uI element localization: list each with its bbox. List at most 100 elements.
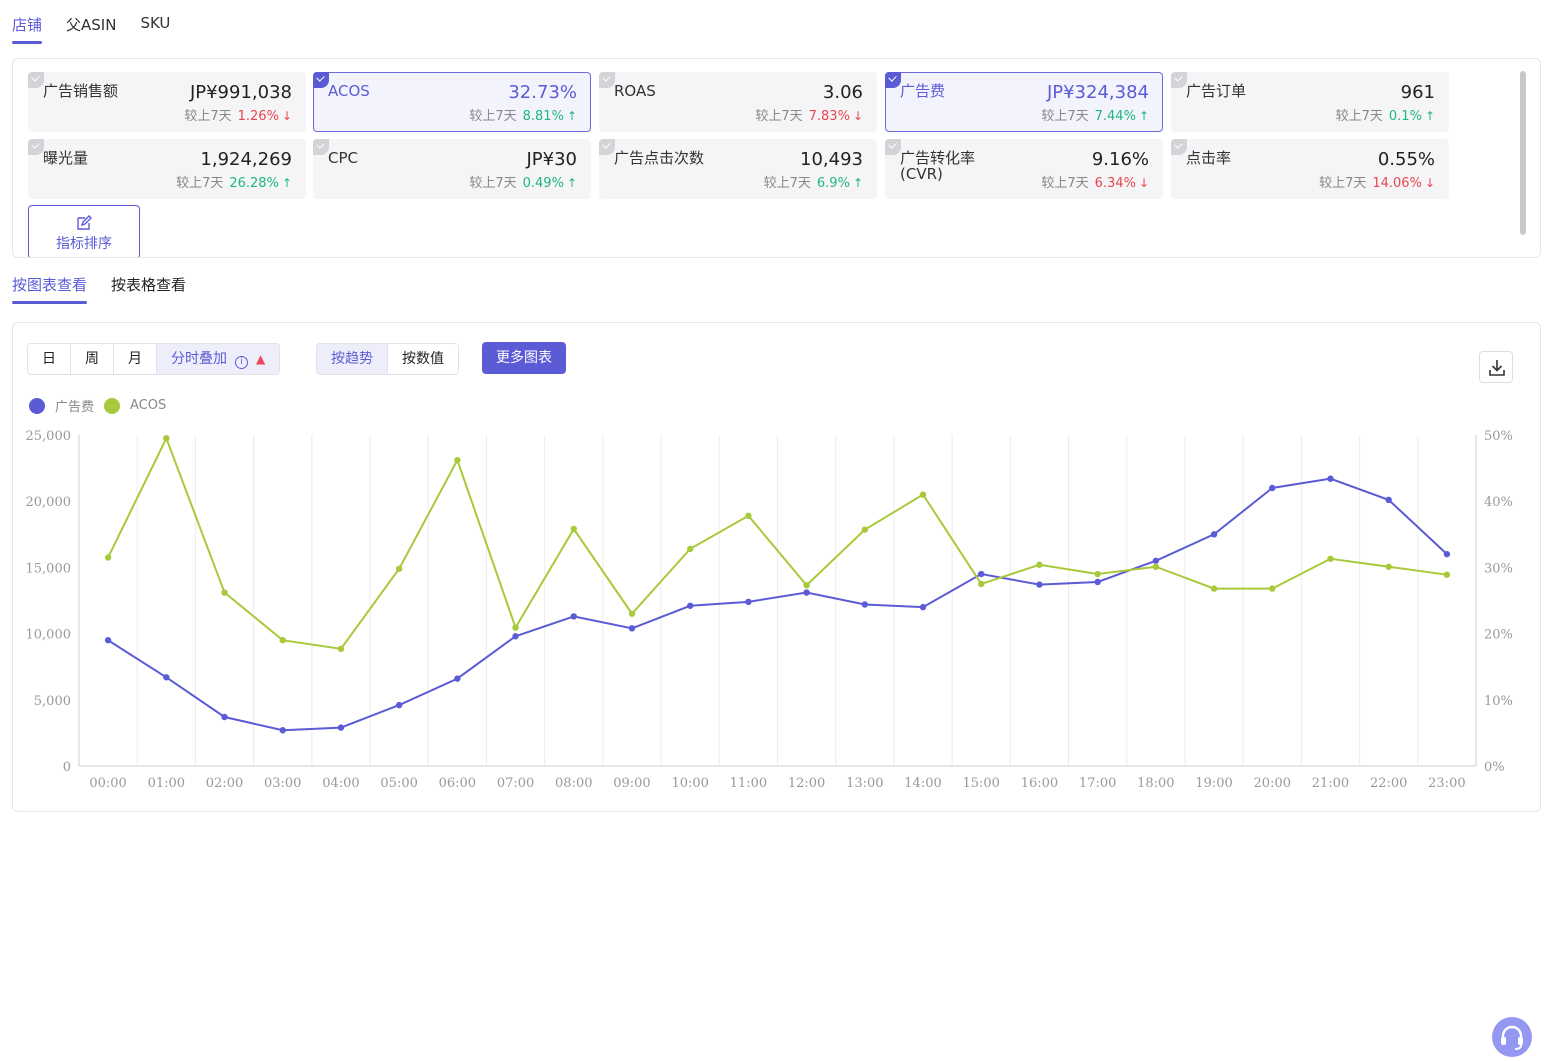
tab-parent-asin[interactable]: 父ASIN: [66, 0, 116, 44]
y-tick-label-right: 0%: [1484, 760, 1505, 775]
x-tick-label: 12:00: [788, 776, 825, 791]
metrics-scrollbar[interactable]: [1520, 71, 1526, 235]
metrics-panel: 广告销售额 JP¥991,038 较上7天 1.26% ↓ ACOS 32.73% 较上7天 8…: [12, 58, 1541, 258]
checkbox-icon[interactable]: [885, 139, 901, 155]
metric-card[interactable]: 广告点击次数 10,493 较上7天 6.9% ↑: [599, 139, 877, 199]
checkbox-icon[interactable]: [1171, 139, 1187, 155]
y-tick-label-left: 15,000: [26, 561, 72, 576]
y-tick-label-right: 10%: [1484, 694, 1513, 709]
comparison-label: 较上7天: [1319, 176, 1367, 191]
x-tick-label: 01:00: [148, 776, 185, 791]
x-tick-label: 22:00: [1370, 776, 1407, 791]
metric-card[interactable]: 点击率 0.55% 较上7天 14.06% ↓: [1171, 139, 1449, 199]
data-point-spend: [686, 602, 694, 609]
comparison-percent: 6.34%: [1094, 176, 1136, 191]
metric-value: JP¥324,384: [1046, 82, 1149, 103]
metric-comparison: 较上7天 1.26% ↓: [184, 105, 292, 124]
x-tick-label: 04:00: [322, 776, 359, 791]
metric-value: 10,493: [800, 149, 863, 170]
line-chart: 25,000 20,000 15,000 10,000 5,000 0 50% 40% 30% 2…: [26, 429, 1513, 791]
metric-card[interactable]: CPC JP¥30 较上7天 0.49% ↑: [313, 139, 591, 199]
tab-chart-view[interactable]: 按图表查看: [12, 262, 88, 304]
checkbox-icon[interactable]: [28, 139, 44, 155]
data-point-spend: [1269, 484, 1276, 492]
data-point-acos: [454, 456, 461, 464]
data-point-spend: [1443, 550, 1451, 558]
sort-metrics-button[interactable]: 指标排序: [28, 205, 140, 257]
metric-label: 广告转化率 (CVR): [900, 149, 976, 183]
comparison-percent: 7.44%: [1094, 109, 1136, 124]
comparison-percent: 7.83%: [808, 109, 850, 124]
arrow-up-icon: ↑: [566, 109, 577, 123]
metric-card[interactable]: ACOS 32.73% 较上7天 8.81% ↑: [313, 72, 591, 132]
customer-support-button[interactable]: [1492, 1017, 1532, 1057]
data-point-acos: [745, 512, 752, 519]
data-point-spend: [163, 674, 170, 681]
checkbox-icon[interactable]: [885, 72, 901, 88]
metric-comparison: 较上7天 6.34% ↓: [1041, 172, 1149, 191]
x-tick-label: 00:00: [89, 776, 126, 791]
data-point-spend: [861, 601, 869, 608]
metric-card[interactable]: 广告转化率 (CVR) 9.16% 较上7天 6.34% ↓: [885, 139, 1163, 199]
y-tick-label-left: 20,000: [26, 495, 72, 510]
x-tick-label: 11:00: [730, 776, 767, 791]
data-point-acos: [512, 624, 519, 631]
metric-value: 961: [1400, 82, 1435, 103]
chart-panel: 日 周 月 分时叠加 i ▲ 按趋势 按数值 更多图表 广告费 ACOS 25,00…: [12, 322, 1541, 1057]
metric-card[interactable]: 广告订单 961 较上7天 0.1% ↑: [1171, 72, 1449, 132]
data-point-spend: [221, 713, 228, 721]
metric-label: 广告订单: [1186, 82, 1247, 100]
tab-sku[interactable]: SKU: [140, 0, 170, 44]
data-point-acos: [628, 610, 636, 617]
data-point-acos: [1327, 555, 1334, 562]
data-point-acos: [1152, 563, 1160, 570]
comparison-label: 较上7天: [469, 176, 517, 191]
metric-value: 1,924,269: [200, 149, 292, 170]
checkbox-icon[interactable]: [28, 72, 44, 88]
data-point-spend: [337, 724, 345, 731]
metric-card[interactable]: 曝光量 1,924,269 较上7天 26.28% ↑: [28, 139, 306, 199]
data-point-spend: [1036, 581, 1043, 588]
checkbox-icon[interactable]: [599, 139, 615, 155]
metric-label: ROAS: [614, 82, 656, 100]
arrow-down-icon: ↓: [1424, 176, 1435, 190]
arrow-up-icon: ↑: [852, 176, 863, 190]
checkbox-icon[interactable]: [1171, 72, 1187, 88]
metric-card[interactable]: 广告销售额 JP¥991,038 较上7天 1.26% ↓: [28, 72, 306, 132]
metric-card[interactable]: ROAS 3.06 较上7天 7.83% ↓: [599, 72, 877, 132]
data-point-acos: [163, 435, 170, 442]
data-point-acos: [395, 565, 403, 572]
metric-card[interactable]: 广告费 JP¥324,384 较上7天 7.44% ↑: [885, 72, 1163, 132]
view-tabs: 按图表查看 按表格查看: [12, 262, 210, 304]
y-tick-label-left: 0: [63, 760, 71, 775]
data-point-spend: [1152, 557, 1160, 564]
metric-value: 3.06: [822, 82, 863, 103]
comparison-label: 较上7天: [469, 109, 517, 124]
data-point-spend: [919, 603, 927, 611]
x-tick-label: 13:00: [846, 776, 883, 791]
x-tick-label: 17:00: [1079, 776, 1116, 791]
tab-store[interactable]: 店铺: [12, 0, 43, 44]
checkbox-icon[interactable]: [599, 72, 615, 88]
data-point-acos: [279, 637, 286, 644]
data-point-spend: [1210, 531, 1218, 538]
data-point-acos: [1269, 585, 1276, 592]
scope-tabs: 店铺 父ASIN SKU: [12, 0, 194, 44]
metric-value: 0.55%: [1377, 149, 1435, 170]
x-tick-label: 21:00: [1312, 776, 1349, 791]
y-tick-label-left: 10,000: [26, 628, 72, 643]
checkbox-icon[interactable]: [313, 72, 329, 88]
comparison-percent: 0.1%: [1388, 109, 1422, 124]
data-point-spend: [628, 625, 636, 632]
arrow-down-icon: ↓: [1138, 176, 1149, 190]
metric-label: 广告费: [900, 82, 946, 100]
tab-table-view[interactable]: 按表格查看: [111, 262, 186, 304]
metric-label: CPC: [328, 149, 358, 167]
arrow-down-icon: ↓: [852, 109, 863, 123]
metric-value: 9.16%: [1091, 149, 1149, 170]
arrow-up-icon: ↑: [566, 176, 577, 190]
data-point-spend: [104, 637, 112, 644]
data-point-spend: [570, 613, 577, 620]
checkbox-icon[interactable]: [313, 139, 329, 155]
data-point-acos: [1385, 563, 1392, 570]
